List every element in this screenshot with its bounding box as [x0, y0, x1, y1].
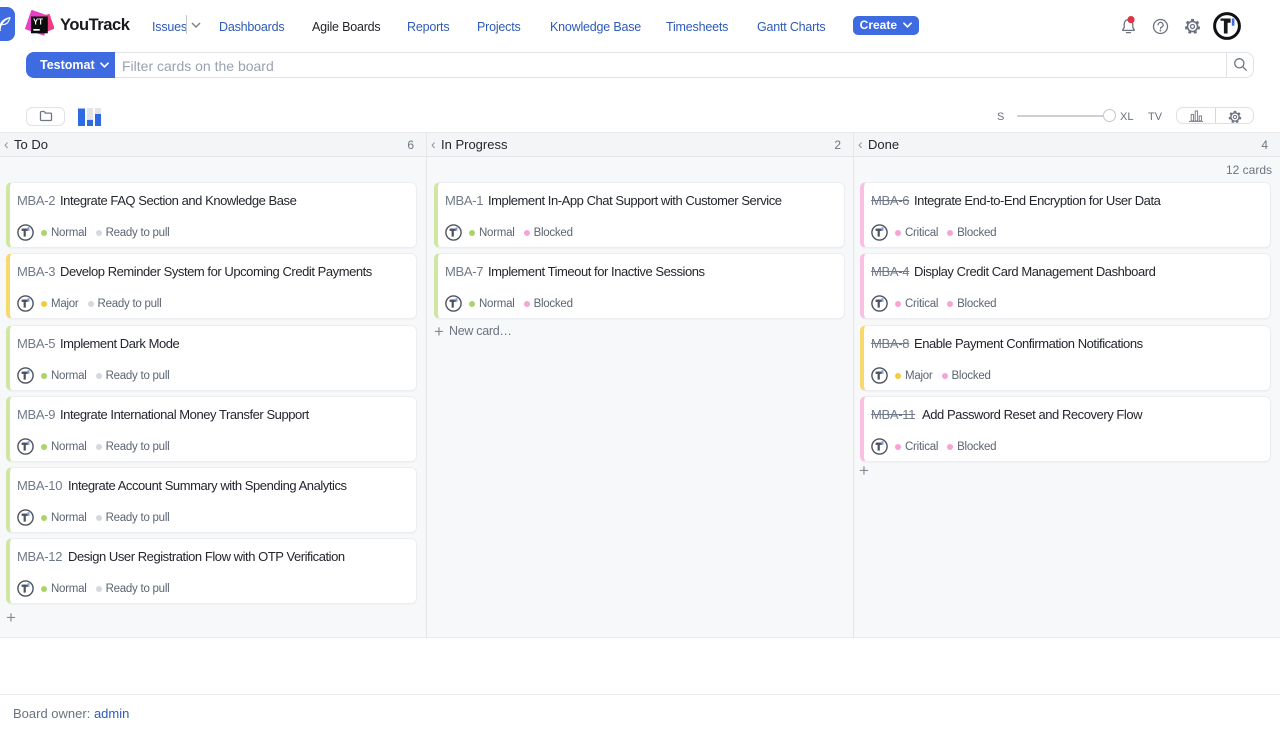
svg-text:YT: YT [33, 18, 43, 27]
